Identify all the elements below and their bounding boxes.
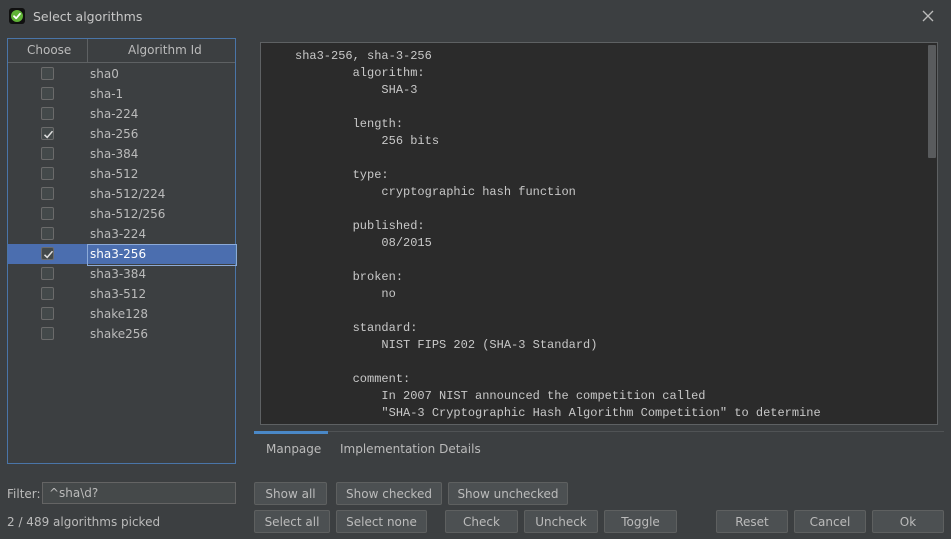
table-row[interactable]: sha3-384	[8, 264, 235, 284]
table-row[interactable]: sha0	[8, 64, 235, 84]
algorithm-id: sha-224	[90, 107, 139, 121]
row-checkbox[interactable]	[41, 247, 54, 260]
algorithm-id: sha3-512	[90, 287, 147, 301]
algorithm-id: shake256	[90, 327, 149, 341]
algorithm-id: shake128	[90, 307, 149, 321]
select-all-button[interactable]: Select all	[254, 510, 330, 533]
active-tab-indicator	[254, 431, 328, 434]
column-header-choose[interactable]: Choose	[27, 43, 71, 57]
row-checkbox[interactable]	[41, 167, 54, 180]
algorithm-id: sha0	[90, 67, 119, 81]
algorithm-id: sha-512/256	[90, 207, 166, 221]
checkmark-icon	[43, 130, 54, 139]
tab-implementation-details[interactable]: Implementation Details	[340, 442, 481, 456]
filter-label: Filter:	[7, 487, 41, 501]
table-row[interactable]: sha-1	[8, 84, 235, 104]
app-check-icon	[9, 8, 25, 24]
table-header: Choose Algorithm Id	[8, 39, 235, 63]
row-checkbox[interactable]	[41, 207, 54, 220]
cancel-button[interactable]: Cancel	[794, 510, 866, 533]
manpage-scrollbar[interactable]	[927, 43, 937, 424]
row-checkbox[interactable]	[41, 307, 54, 320]
title-bar: Select algorithms	[0, 0, 951, 33]
algorithm-id: sha3-256	[90, 247, 147, 261]
show-checked-button[interactable]: Show checked	[336, 482, 442, 505]
manpage-text-area[interactable]: sha3-256, sha-3-256 algorithm: SHA-3 len…	[260, 42, 938, 425]
table-row[interactable]: sha-512	[8, 164, 235, 184]
filter-input[interactable]	[42, 482, 236, 504]
row-checkbox[interactable]	[41, 287, 54, 300]
row-checkbox[interactable]	[41, 107, 54, 120]
table-row[interactable]: sha-384	[8, 144, 235, 164]
ok-button[interactable]: Ok	[872, 510, 944, 533]
table-rows: sha0 sha-1 sha-224 sha-256 sha-384 sha-512 sha…	[8, 64, 237, 344]
algorithm-id: sha3-384	[90, 267, 147, 281]
close-icon[interactable]	[918, 6, 938, 26]
algorithm-id: sha-512	[90, 167, 139, 181]
reset-button[interactable]: Reset	[716, 510, 788, 533]
algorithm-id: sha-384	[90, 147, 139, 161]
table-row[interactable]: sha-224	[8, 104, 235, 124]
status-text: 2 / 489 algorithms picked	[7, 515, 161, 529]
row-checkbox[interactable]	[41, 227, 54, 240]
window-title: Select algorithms	[33, 9, 143, 24]
table-row[interactable]: shake256	[8, 324, 235, 344]
uncheck-button[interactable]: Uncheck	[524, 510, 598, 533]
table-row[interactable]: sha-512/256	[8, 204, 235, 224]
algorithm-id: sha-1	[90, 87, 124, 101]
scrollbar-thumb[interactable]	[928, 45, 936, 158]
select-none-button[interactable]: Select none	[336, 510, 427, 533]
table-row[interactable]: sha3-256	[8, 244, 237, 266]
manpage-content: sha3-256, sha-3-256 algorithm: SHA-3 len…	[295, 49, 821, 420]
row-checkbox[interactable]	[41, 267, 54, 280]
algorithm-id: sha-256	[90, 127, 139, 141]
table-row[interactable]: sha-256	[8, 124, 235, 144]
table-row[interactable]: shake128	[8, 304, 235, 324]
toggle-button[interactable]: Toggle	[604, 510, 677, 533]
check-button[interactable]: Check	[445, 510, 518, 533]
checkmark-icon	[43, 250, 54, 259]
algorithm-id: sha3-224	[90, 227, 147, 241]
column-header-algorithm-id[interactable]: Algorithm Id	[128, 43, 202, 57]
tab-manpage[interactable]: Manpage	[266, 442, 321, 456]
show-unchecked-button[interactable]: Show unchecked	[448, 482, 568, 505]
row-checkbox[interactable]	[41, 67, 54, 80]
show-all-button[interactable]: Show all	[254, 482, 327, 505]
algorithm-id: sha-512/224	[90, 187, 166, 201]
column-divider[interactable]	[87, 39, 88, 63]
tab-divider	[254, 431, 944, 432]
row-checkbox[interactable]	[41, 187, 54, 200]
row-checkbox[interactable]	[41, 327, 54, 340]
table-row[interactable]: sha-512/224	[8, 184, 235, 204]
row-checkbox[interactable]	[41, 147, 54, 160]
table-row[interactable]: sha3-512	[8, 284, 235, 304]
algorithm-table[interactable]: Choose Algorithm Id sha0 sha-1 sha-224 sha-…	[7, 38, 237, 464]
table-row[interactable]: sha3-224	[8, 224, 235, 244]
row-checkbox[interactable]	[41, 127, 54, 140]
row-checkbox[interactable]	[41, 87, 54, 100]
